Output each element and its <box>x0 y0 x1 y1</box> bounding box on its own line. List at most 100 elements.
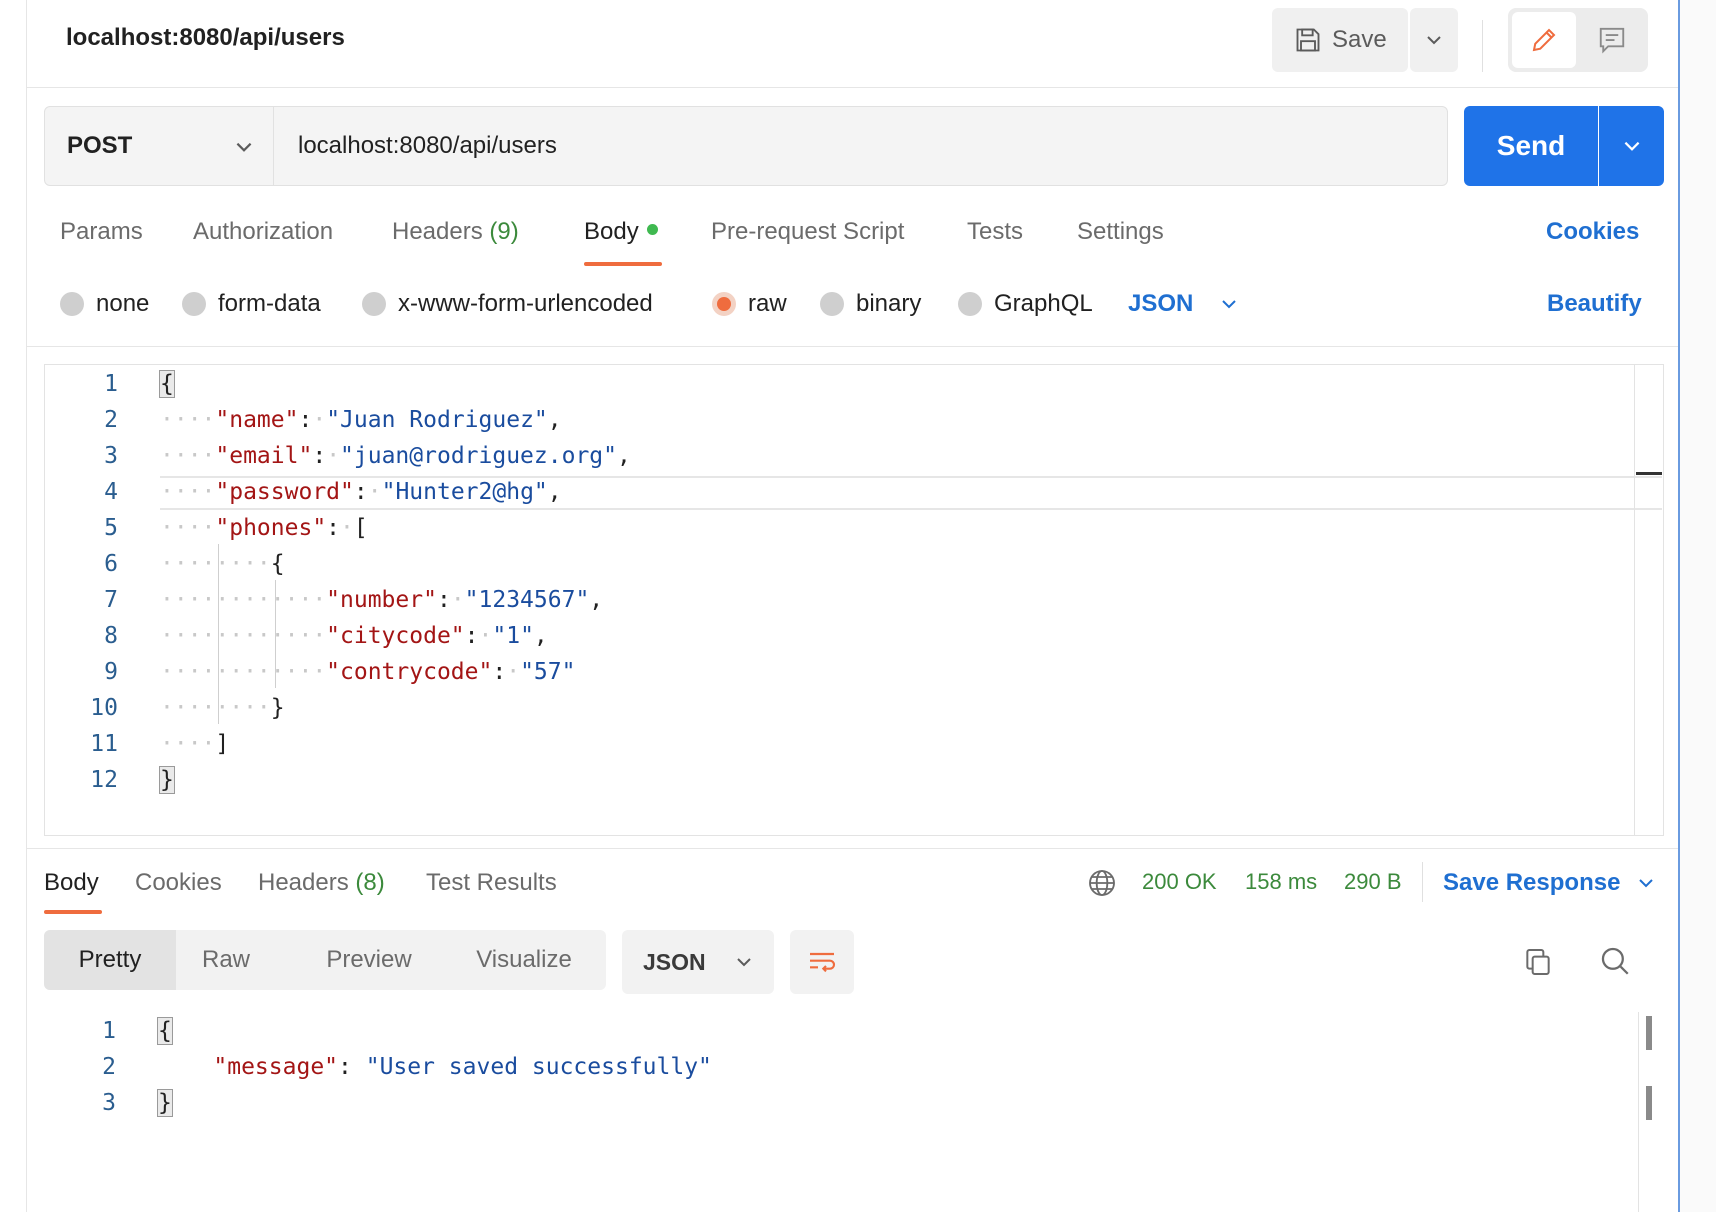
globe-icon[interactable] <box>1086 867 1118 904</box>
editor-cursor-marker <box>1636 472 1662 475</box>
send-dropdown-button[interactable] <box>1599 106 1664 186</box>
line-number: 5 <box>104 515 118 541</box>
comment-mode-button[interactable] <box>1580 12 1644 68</box>
code-line: { <box>157 1017 173 1045</box>
tab-prerequest-script[interactable]: Pre-request Script <box>711 218 904 246</box>
send-button[interactable]: Send <box>1464 106 1598 186</box>
active-response-tab-indicator <box>44 910 102 914</box>
header-separator <box>1482 20 1483 72</box>
radio-graphql[interactable]: GraphQL <box>958 290 1093 318</box>
floppy-disk-icon <box>1296 28 1320 52</box>
radio-label: binary <box>856 290 922 317</box>
radio-indicator <box>182 292 206 316</box>
code-line: ········} <box>160 695 285 721</box>
response-tab-body[interactable]: Body <box>44 869 99 897</box>
radio-binary[interactable]: binary <box>820 290 921 318</box>
json-string: "57" <box>520 659 576 685</box>
cookies-link[interactable]: Cookies <box>1546 218 1639 246</box>
chevron-down-icon <box>1624 141 1639 151</box>
chevron-down-icon <box>1427 36 1441 45</box>
view-visualize-button[interactable]: Visualize <box>454 930 594 990</box>
json-key: "email" <box>215 443 313 469</box>
radio-indicator-selected <box>712 292 736 316</box>
active-tab-indicator <box>584 262 662 266</box>
response-status[interactable]: 200 OK <box>1142 869 1217 895</box>
response-divider <box>27 848 1678 849</box>
tab-headers-label: Headers <box>392 218 483 245</box>
save-group: Save <box>1272 8 1458 72</box>
json-key: "citycode" <box>326 623 465 649</box>
radio-label: x-www-form-urlencoded <box>398 290 653 317</box>
view-raw-button[interactable]: Raw <box>176 930 276 990</box>
tab-headers[interactable]: Headers (9) <box>392 218 519 246</box>
line-number: 1 <box>102 1018 116 1044</box>
body-modified-dot <box>646 224 658 236</box>
view-pretty-button[interactable]: Pretty <box>44 930 176 990</box>
line-number: 2 <box>102 1054 116 1080</box>
response-tab-test-results[interactable]: Test Results <box>426 869 557 897</box>
json-string: "Hunter2@hg" <box>381 479 548 505</box>
radio-indicator <box>958 292 982 316</box>
line-number: 1 <box>104 371 118 397</box>
copy-response-button[interactable] <box>1522 946 1554 983</box>
radio-label: none <box>96 290 150 317</box>
json-key: "phones" <box>215 515 327 541</box>
response-tab-headers-count: (8) <box>355 869 385 896</box>
response-format-select[interactable]: JSON <box>622 930 774 994</box>
tab-authorization[interactable]: Authorization <box>193 218 333 246</box>
response-tab-headers-label: Headers <box>258 869 349 896</box>
json-key: "message" <box>213 1054 339 1080</box>
tab-headers-count: (9) <box>489 218 519 245</box>
response-size[interactable]: 290 B <box>1344 869 1402 895</box>
language-select[interactable]: JSON <box>1128 290 1239 318</box>
json-key: "password" <box>215 479 354 505</box>
beautify-link[interactable]: Beautify <box>1547 290 1642 318</box>
response-tab-headers[interactable]: Headers (8) <box>258 869 385 897</box>
response-overview-ruler <box>1638 1012 1639 1212</box>
tab-body-label: Body <box>584 218 639 245</box>
view-preview-button[interactable]: Preview <box>299 930 439 990</box>
editor-overview-ruler <box>1634 365 1635 835</box>
radio-form-data[interactable]: form-data <box>182 290 321 318</box>
radio-indicator <box>362 292 386 316</box>
code-line: ····"password":·"Hunter2@hg", <box>160 479 562 505</box>
line-number: 7 <box>104 587 118 613</box>
save-dropdown-button[interactable] <box>1410 8 1458 72</box>
radio-raw[interactable]: raw <box>712 290 787 318</box>
edit-mode-button[interactable] <box>1512 12 1576 68</box>
code-line: ····"phones":·[ <box>160 515 368 541</box>
tab-params[interactable]: Params <box>60 218 143 246</box>
chevron-down-icon <box>736 958 751 967</box>
line-number: 9 <box>104 659 118 685</box>
language-value: JSON <box>1128 290 1194 317</box>
response-scroll-marker <box>1646 1016 1652 1050</box>
tab-body[interactable]: Body <box>584 218 658 246</box>
text-wrap-icon <box>810 952 836 973</box>
search-response-button[interactable] <box>1598 944 1632 983</box>
method-select[interactable]: POST <box>44 106 274 186</box>
code-line: ············"number":·"1234567", <box>160 587 604 613</box>
tab-settings[interactable]: Settings <box>1077 218 1164 246</box>
url-input[interactable] <box>274 106 1448 186</box>
code-line: ····] <box>160 731 230 757</box>
code-line: "message": "User saved successfully" <box>213 1054 712 1080</box>
chevron-down-icon <box>1639 879 1654 888</box>
save-response-button[interactable]: Save Response <box>1443 869 1656 897</box>
code-line: { <box>159 370 175 398</box>
tab-tests[interactable]: Tests <box>967 218 1023 246</box>
save-button[interactable]: Save <box>1272 8 1408 72</box>
wrap-lines-button[interactable] <box>790 930 854 994</box>
header-divider <box>27 87 1678 88</box>
chevron-down-icon <box>233 107 255 187</box>
code-line: } <box>159 766 175 794</box>
response-view-toggle: Pretty Raw Preview Visualize <box>44 930 606 990</box>
line-number: 11 <box>90 731 118 757</box>
request-title[interactable]: localhost:8080/api/users <box>66 24 345 52</box>
radio-none[interactable]: none <box>60 290 149 318</box>
response-tab-cookies[interactable]: Cookies <box>135 869 222 897</box>
response-time[interactable]: 158 ms <box>1245 869 1317 895</box>
comment-icon <box>1599 27 1625 54</box>
line-number: 6 <box>104 551 118 577</box>
json-string: "1" <box>492 623 534 649</box>
radio-urlencoded[interactable]: x-www-form-urlencoded <box>362 290 653 318</box>
